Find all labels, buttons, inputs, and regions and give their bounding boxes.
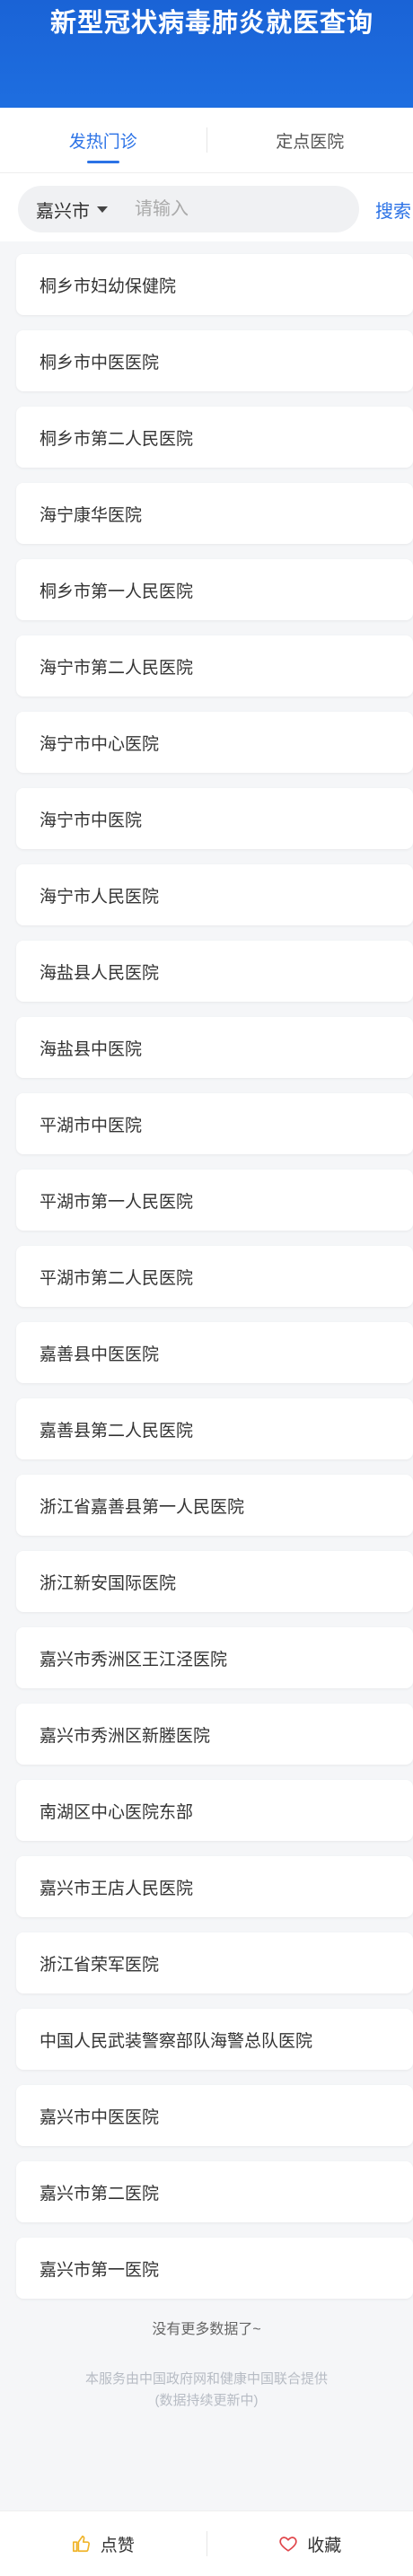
hospital-name: 桐乡市中医医院 bbox=[40, 349, 159, 373]
hospital-list-item[interactable]: 嘉兴市王店人民医院 bbox=[16, 1856, 413, 1917]
hospital-name: 浙江新安国际医院 bbox=[40, 1570, 176, 1594]
hospital-list-item[interactable]: 平湖市中医院 bbox=[16, 1093, 413, 1154]
hospital-list-item[interactable]: 桐乡市第二人民医院 bbox=[16, 407, 413, 468]
like-button[interactable]: 点赞 bbox=[0, 2511, 206, 2576]
hospital-name: 中国人民武装警察部队海警总队医院 bbox=[40, 2028, 312, 2052]
hospital-name: 浙江省荣军医院 bbox=[40, 1951, 159, 1976]
hospital-name: 平湖市中医院 bbox=[40, 1112, 142, 1136]
heart-icon bbox=[278, 2534, 298, 2554]
hospital-list-item[interactable]: 浙江省嘉善县第一人民医院 bbox=[16, 1475, 413, 1536]
search-box: 嘉兴市 bbox=[18, 186, 359, 232]
search-input[interactable] bbox=[133, 198, 343, 221]
hospital-name: 浙江省嘉善县第一人民医院 bbox=[40, 1494, 244, 1518]
hospital-list-item[interactable]: 南湖区中心医院东部 bbox=[16, 1780, 413, 1841]
hospital-name: 嘉兴市秀洲区新塍医院 bbox=[40, 1722, 210, 1747]
hospital-name: 嘉兴市王店人民医院 bbox=[40, 1875, 193, 1899]
header-banner: 新型冠状病毒肺炎就医查询 bbox=[0, 0, 413, 108]
hospital-list-item[interactable]: 嘉兴市第二医院 bbox=[16, 2161, 413, 2222]
hospital-list-item[interactable]: 桐乡市妇幼保健院 bbox=[16, 254, 413, 315]
city-value: 嘉兴市 bbox=[36, 197, 90, 223]
hospital-list-item[interactable]: 平湖市第二人民医院 bbox=[16, 1246, 413, 1307]
hospital-list-item[interactable]: 嘉善县中医医院 bbox=[16, 1322, 413, 1383]
hospital-list-item[interactable]: 浙江省荣军医院 bbox=[16, 1932, 413, 1993]
hospital-list-item[interactable]: 嘉兴市秀洲区新塍医院 bbox=[16, 1704, 413, 1765]
hospital-list-item[interactable]: 嘉善县第二人民医院 bbox=[16, 1398, 413, 1459]
hospital-list-item[interactable]: 浙江新安国际医院 bbox=[16, 1551, 413, 1612]
hospital-name: 嘉兴市第二医院 bbox=[40, 2180, 159, 2204]
bottom-action-bar: 点赞 收藏 bbox=[0, 2510, 413, 2576]
hospital-name: 嘉善县中医医院 bbox=[40, 1341, 159, 1365]
city-dropdown[interactable]: 嘉兴市 bbox=[18, 197, 108, 223]
hospital-list-item[interactable]: 海宁市第二人民医院 bbox=[16, 635, 413, 697]
page-title: 新型冠状病毒肺炎就医查询 bbox=[50, 2, 373, 39]
hospital-name: 嘉善县第二人民医院 bbox=[40, 1417, 193, 1441]
hospital-list-item[interactable]: 嘉兴市秀洲区王江泾医院 bbox=[16, 1627, 413, 1688]
tab-label: 定点医院 bbox=[276, 128, 344, 153]
footer-note: 本服务由中国政府网和健康中国联合提供 (数据持续更新中) bbox=[0, 2369, 413, 2412]
hospital-name: 嘉兴市第一医院 bbox=[40, 2256, 159, 2281]
hospital-name: 海盐县中医院 bbox=[40, 1036, 142, 1060]
hospital-name: 嘉兴市秀洲区王江泾医院 bbox=[40, 1646, 227, 1670]
hospital-list-item[interactable]: 嘉兴市第一医院 bbox=[16, 2238, 413, 2299]
footer-line-1: 本服务由中国政府网和健康中国联合提供 bbox=[0, 2369, 413, 2390]
hospital-list-item[interactable]: 中国人民武装警察部队海警总队医院 bbox=[16, 2009, 413, 2070]
hospital-list-item[interactable]: 桐乡市中医医院 bbox=[16, 330, 413, 391]
hospital-list-item[interactable]: 海宁市中医院 bbox=[16, 788, 413, 849]
hospital-name: 平湖市第二人民医院 bbox=[40, 1265, 193, 1289]
hospital-list-item[interactable]: 海宁市中心医院 bbox=[16, 712, 413, 773]
caret-down-icon bbox=[97, 206, 108, 213]
hospital-list-item[interactable]: 海宁市人民医院 bbox=[16, 864, 413, 925]
hospital-name: 平湖市第一人民医院 bbox=[40, 1188, 193, 1213]
hospital-name: 桐乡市第一人民医院 bbox=[40, 578, 193, 602]
hospital-name: 海盐县人民医院 bbox=[40, 959, 159, 984]
hospital-name: 海宁康华医院 bbox=[40, 502, 142, 526]
hospital-name: 海宁市中医院 bbox=[40, 807, 142, 831]
footer-line-2: (数据持续更新中) bbox=[0, 2390, 413, 2412]
search-bar: 嘉兴市 搜索 bbox=[0, 173, 413, 241]
hospital-list-item[interactable]: 桐乡市第一人民医院 bbox=[16, 559, 413, 620]
hospital-name: 南湖区中心医院东部 bbox=[40, 1799, 193, 1823]
hospital-list-item[interactable]: 海盐县人民医院 bbox=[16, 941, 413, 1002]
collect-label: 收藏 bbox=[307, 2532, 341, 2556]
hospital-name: 桐乡市妇幼保健院 bbox=[40, 273, 176, 297]
hospital-list: 桐乡市妇幼保健院桐乡市中医医院桐乡市第二人民医院海宁康华医院桐乡市第一人民医院海… bbox=[0, 241, 413, 2299]
hospital-name: 海宁市第二人民医院 bbox=[40, 654, 193, 679]
hospital-list-item[interactable]: 平湖市第一人民医院 bbox=[16, 1170, 413, 1231]
like-label: 点赞 bbox=[101, 2532, 135, 2556]
tab-label: 发热门诊 bbox=[69, 128, 137, 153]
hospital-list-item[interactable]: 海宁康华医院 bbox=[16, 483, 413, 544]
thumbs-up-icon bbox=[72, 2534, 92, 2554]
hospital-name: 海宁市人民医院 bbox=[40, 883, 159, 907]
active-tab-indicator bbox=[87, 161, 119, 163]
tab-fever-clinic[interactable]: 发热门诊 bbox=[0, 108, 206, 172]
hospital-list-item[interactable]: 嘉兴市中医医院 bbox=[16, 2085, 413, 2146]
hospital-name: 桐乡市第二人民医院 bbox=[40, 425, 193, 450]
hospital-list-item[interactable]: 海盐县中医院 bbox=[16, 1017, 413, 1078]
tab-designated-hospitals[interactable]: 定点医院 bbox=[207, 108, 413, 172]
hospital-name: 海宁市中心医院 bbox=[40, 731, 159, 755]
collect-button[interactable]: 收藏 bbox=[207, 2511, 413, 2576]
hospital-name: 嘉兴市中医医院 bbox=[40, 2104, 159, 2128]
search-button[interactable]: 搜索 bbox=[375, 197, 411, 223]
no-more-data-text: 没有更多数据了~ bbox=[0, 2317, 413, 2338]
tab-bar: 发热门诊 定点医院 bbox=[0, 108, 413, 173]
